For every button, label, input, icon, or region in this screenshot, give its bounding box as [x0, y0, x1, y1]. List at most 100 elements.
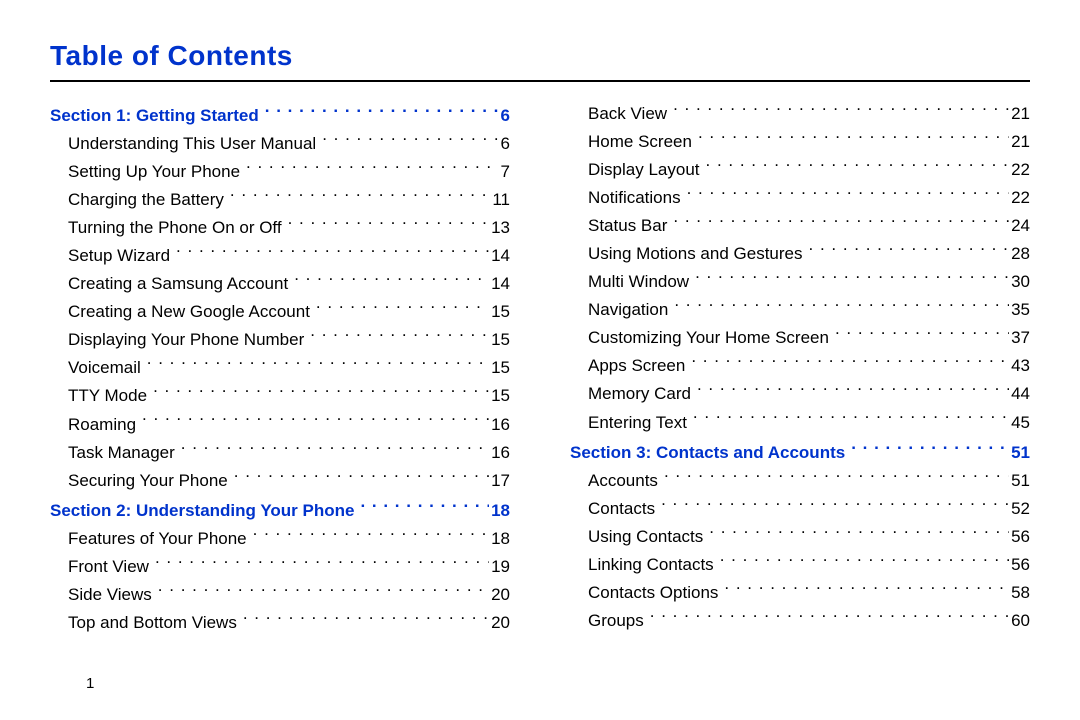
toc-leader-dots [234, 469, 489, 486]
toc-entry-label: Using Motions and Gestures [588, 240, 803, 268]
toc-section-label: Section 3: Contacts and Accounts [570, 439, 845, 467]
toc-entry-label: Task Manager [68, 439, 175, 467]
toc-entry-page: 17 [489, 467, 510, 495]
page-title: Table of Contents [50, 40, 1030, 72]
toc-entry-page: 21 [1009, 100, 1030, 128]
toc-leader-dots [697, 382, 1009, 399]
toc-entry-page: 16 [489, 411, 510, 439]
toc-leader-dots [851, 441, 1009, 458]
toc-leader-dots [650, 609, 1009, 626]
toc-entry: Navigation35 [570, 296, 1030, 324]
toc-leader-dots [835, 326, 1009, 343]
toc-entry: Creating a Samsung Account14 [50, 270, 510, 298]
toc-entry: Understanding This User Manual6 [50, 130, 510, 158]
toc-entry: Linking Contacts56 [570, 551, 1030, 579]
toc-entry: Entering Text45 [570, 409, 1030, 437]
toc-section-page: 18 [489, 497, 510, 525]
toc-columns: Section 1: Getting Started6Understanding… [50, 100, 1030, 637]
toc-entry: Charging the Battery11 [50, 186, 510, 214]
toc-leader-dots [720, 553, 1009, 570]
toc-entry-page: 15 [489, 298, 510, 326]
toc-entry-label: Front View [68, 553, 149, 581]
toc-entry: Home Screen21 [570, 128, 1030, 156]
toc-entry-page: 22 [1009, 184, 1030, 212]
toc-leader-dots [176, 244, 489, 261]
toc-entry-label: Accounts [588, 467, 658, 495]
toc-section-heading: Section 3: Contacts and Accounts 51 [570, 439, 1030, 467]
toc-entry-page: 30 [1009, 268, 1030, 296]
toc-leader-dots [142, 413, 489, 430]
toc-entry: Securing Your Phone 17 [50, 467, 510, 495]
toc-entry-label: Turning the Phone On or Off [68, 214, 282, 242]
toc-entry-label: Customizing Your Home Screen [588, 324, 829, 352]
toc-entry-page: 22 [1009, 156, 1030, 184]
toc-leader-dots [724, 581, 1009, 598]
toc-entry-page: 28 [1009, 240, 1030, 268]
toc-column-left: Section 1: Getting Started6Understanding… [50, 100, 510, 637]
toc-entry: TTY Mode15 [50, 382, 510, 410]
toc-leader-dots [691, 354, 1009, 371]
toc-leader-dots [674, 298, 1009, 315]
toc-entry: Customizing Your Home Screen 37 [570, 324, 1030, 352]
toc-leader-dots [265, 104, 499, 121]
toc-entry-label: Navigation [588, 296, 668, 324]
toc-leader-dots [230, 188, 490, 205]
toc-entry-page: 11 [490, 186, 510, 214]
toc-leader-dots [181, 441, 489, 458]
toc-entry-page: 15 [489, 326, 510, 354]
toc-entry-page: 52 [1009, 495, 1030, 523]
toc-leader-dots [673, 214, 1009, 231]
toc-entry-label: Understanding This User Manual [68, 130, 316, 158]
toc-leader-dots [809, 242, 1010, 259]
toc-entry-page: 15 [489, 354, 510, 382]
toc-entry-label: Back View [588, 100, 667, 128]
toc-entry-label: Voicemail [68, 354, 141, 382]
toc-entry-label: Apps Screen [588, 352, 685, 380]
toc-column-right: Back View 21Home Screen21Display Layout22… [570, 100, 1030, 637]
toc-entry-label: Displaying Your Phone Number [68, 326, 304, 354]
toc-leader-dots [246, 160, 499, 177]
toc-leader-dots [310, 328, 489, 345]
toc-entry: Display Layout22 [570, 156, 1030, 184]
toc-entry-page: 20 [489, 609, 510, 637]
toc-entry-label: Multi Window [588, 268, 689, 296]
toc-section-page: 6 [499, 102, 510, 130]
title-rule [50, 80, 1030, 82]
toc-entry: Setting Up Your Phone7 [50, 158, 510, 186]
toc-entry-label: Linking Contacts [588, 551, 714, 579]
toc-entry-label: Creating a Samsung Account [68, 270, 288, 298]
toc-entry: Voicemail 15 [50, 354, 510, 382]
toc-entry-label: Entering Text [588, 409, 687, 437]
toc-section-page: 51 [1009, 439, 1030, 467]
toc-leader-dots [695, 270, 1009, 287]
toc-entry: Multi Window 30 [570, 268, 1030, 296]
toc-entry: Features of Your Phone18 [50, 525, 510, 553]
toc-entry: Back View 21 [570, 100, 1030, 128]
toc-entry-page: 24 [1009, 212, 1030, 240]
toc-entry-label: Securing Your Phone [68, 467, 228, 495]
toc-leader-dots [316, 300, 489, 317]
toc-leader-dots [147, 356, 489, 373]
toc-entry: Front View19 [50, 553, 510, 581]
toc-entry: Creating a New Google Account15 [50, 298, 510, 326]
toc-leader-dots [360, 499, 489, 516]
toc-entry: Groups60 [570, 607, 1030, 635]
toc-entry-page: 60 [1009, 607, 1030, 635]
toc-entry: Displaying Your Phone Number 15 [50, 326, 510, 354]
toc-entry: Apps Screen43 [570, 352, 1030, 380]
toc-entry-label: Memory Card [588, 380, 691, 408]
toc-entry: Using Motions and Gestures 28 [570, 240, 1030, 268]
toc-leader-dots [661, 497, 1009, 514]
toc-leader-dots [153, 384, 489, 401]
toc-entry-page: 15 [489, 382, 510, 410]
toc-entry-page: 37 [1009, 324, 1030, 352]
toc-leader-dots [253, 527, 489, 544]
toc-entry-label: Top and Bottom Views [68, 609, 237, 637]
toc-entry-label: Roaming [68, 411, 136, 439]
toc-leader-dots [673, 102, 1009, 119]
toc-entry-label: Contacts [588, 495, 655, 523]
toc-page: Table of Contents Section 1: Getting Sta… [0, 0, 1080, 720]
toc-entry-label: Using Contacts [588, 523, 703, 551]
toc-entry-label: Status Bar [588, 212, 667, 240]
toc-entry-page: 18 [489, 525, 510, 553]
